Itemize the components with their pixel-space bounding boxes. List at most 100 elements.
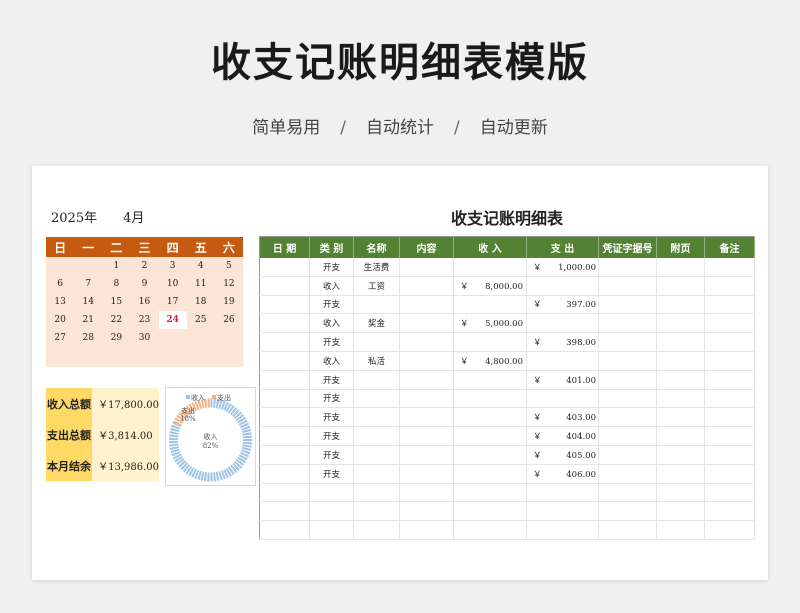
calendar-day[interactable]: 19 <box>214 293 243 311</box>
ledger-date-cell[interactable] <box>259 351 310 371</box>
ledger-income-cell[interactable] <box>453 426 527 446</box>
ledger-expense-cell[interactable] <box>526 501 599 522</box>
ledger-attachment-cell[interactable] <box>656 445 705 465</box>
ledger-expense-cell[interactable] <box>526 389 599 409</box>
ledger-content-cell[interactable] <box>399 258 454 277</box>
ledger-type-cell[interactable]: 开支 <box>309 445 354 465</box>
ledger-content-cell[interactable] <box>399 332 454 352</box>
ledger-attachment-cell[interactable] <box>656 426 705 446</box>
ledger-expense-cell[interactable] <box>526 276 599 296</box>
calendar-day[interactable]: 20 <box>46 311 75 329</box>
ledger-attachment-cell[interactable] <box>656 370 705 390</box>
ledger-attachment-cell[interactable] <box>656 483 705 503</box>
month-cell[interactable]: 4月 <box>123 211 144 226</box>
ledger-type-cell[interactable]: 开支 <box>309 464 354 484</box>
ledger-date-cell[interactable] <box>259 520 310 540</box>
ledger-name-cell[interactable] <box>353 501 400 522</box>
calendar-day-today[interactable]: 24 <box>158 311 187 329</box>
ledger-income-cell[interactable] <box>453 520 527 540</box>
ledger-income-cell[interactable]: ￥ 8,000.00 <box>453 276 527 296</box>
calendar-day[interactable]: 7 <box>74 275 103 293</box>
ledger-date-cell[interactable] <box>259 313 310 334</box>
ledger-expense-cell[interactable] <box>526 483 599 503</box>
ledger-date-cell[interactable] <box>259 370 310 390</box>
calendar-day[interactable]: 4 <box>186 257 215 275</box>
ledger-voucher-cell[interactable] <box>598 370 657 390</box>
calendar-day[interactable]: 15 <box>102 293 131 311</box>
ledger-remark-cell[interactable] <box>704 332 755 352</box>
calendar-day[interactable]: 14 <box>74 293 103 311</box>
ledger-voucher-cell[interactable] <box>598 276 657 296</box>
ledger-attachment-cell[interactable] <box>656 258 705 277</box>
ledger-voucher-cell[interactable] <box>598 389 657 409</box>
ledger-date-cell[interactable] <box>259 332 310 352</box>
calendar-day[interactable]: 8 <box>102 275 131 293</box>
ledger-expense-cell[interactable]: ￥ 397.00 <box>526 295 599 315</box>
ledger-expense-cell[interactable]: ￥ 406.00 <box>526 464 599 484</box>
ledger-type-cell[interactable]: 开支 <box>309 258 354 277</box>
ledger-attachment-cell[interactable] <box>656 276 705 296</box>
ledger-expense-cell[interactable] <box>526 351 599 371</box>
ledger-content-cell[interactable] <box>399 276 454 296</box>
ledger-type-cell[interactable]: 开支 <box>309 407 354 428</box>
ledger-content-cell[interactable] <box>399 426 454 446</box>
ledger-type-cell[interactable]: 开支 <box>309 426 354 446</box>
ledger-type-cell[interactable]: 开支 <box>309 389 354 409</box>
ledger-voucher-cell[interactable] <box>598 464 657 484</box>
ledger-remark-cell[interactable] <box>704 389 755 409</box>
balance-value[interactable]: ￥13,986.00 <box>92 450 159 481</box>
ledger-expense-cell[interactable]: ￥ 401.00 <box>526 370 599 390</box>
ledger-name-cell[interactable]: 奖金 <box>353 313 400 334</box>
ledger-name-cell[interactable]: 生活费 <box>353 258 400 277</box>
ledger-type-cell[interactable]: 收入 <box>309 351 354 371</box>
ledger-date-cell[interactable] <box>259 501 310 522</box>
ledger-date-cell[interactable] <box>259 464 310 484</box>
ledger-voucher-cell[interactable] <box>598 258 657 277</box>
ledger-type-cell[interactable]: 收入 <box>309 276 354 296</box>
expense-total-value[interactable]: ￥3,814.00 <box>92 419 159 450</box>
donut-chart[interactable]: 收入 支出 收入 82% 支出 18% <box>165 387 256 486</box>
ledger-content-cell[interactable] <box>399 407 454 428</box>
ledger-date-cell[interactable] <box>259 483 310 503</box>
ledger-attachment-cell[interactable] <box>656 407 705 428</box>
ledger-remark-cell[interactable] <box>704 501 755 522</box>
ledger-attachment-cell[interactable] <box>656 313 705 334</box>
ledger-voucher-cell[interactable] <box>598 426 657 446</box>
calendar-day[interactable]: 2 <box>130 257 159 275</box>
income-total-value[interactable]: ￥17,800.00 <box>92 388 159 419</box>
ledger-content-cell[interactable] <box>399 501 454 522</box>
ledger-name-cell[interactable] <box>353 389 400 409</box>
ledger-voucher-cell[interactable] <box>598 520 657 540</box>
ledger-expense-cell[interactable] <box>526 520 599 540</box>
ledger-income-cell[interactable] <box>453 483 527 503</box>
ledger-income-cell[interactable] <box>453 295 527 315</box>
ledger-voucher-cell[interactable] <box>598 313 657 334</box>
calendar-day[interactable]: 5 <box>214 257 243 275</box>
ledger-remark-cell[interactable] <box>704 520 755 540</box>
calendar-day[interactable]: 18 <box>186 293 215 311</box>
ledger-remark-cell[interactable] <box>704 276 755 296</box>
ledger-type-cell[interactable]: 开支 <box>309 295 354 315</box>
ledger-remark-cell[interactable] <box>704 407 755 428</box>
ledger-voucher-cell[interactable] <box>598 483 657 503</box>
ledger-attachment-cell[interactable] <box>656 464 705 484</box>
ledger-name-cell[interactable] <box>353 370 400 390</box>
calendar-day[interactable]: 28 <box>74 329 103 347</box>
ledger-remark-cell[interactable] <box>704 464 755 484</box>
year-cell[interactable]: 2025年 <box>51 211 97 226</box>
ledger-attachment-cell[interactable] <box>656 332 705 352</box>
ledger-remark-cell[interactable] <box>704 370 755 390</box>
ledger-name-cell[interactable] <box>353 332 400 352</box>
ledger-content-cell[interactable] <box>399 389 454 409</box>
ledger-name-cell[interactable] <box>353 520 400 540</box>
ledger-name-cell[interactable] <box>353 464 400 484</box>
ledger-income-cell[interactable] <box>453 389 527 409</box>
calendar-day[interactable]: 11 <box>186 275 215 293</box>
ledger-income-cell[interactable] <box>453 464 527 484</box>
ledger-voucher-cell[interactable] <box>598 332 657 352</box>
ledger-attachment-cell[interactable] <box>656 501 705 522</box>
ledger-attachment-cell[interactable] <box>656 351 705 371</box>
ledger-voucher-cell[interactable] <box>598 407 657 428</box>
ledger-content-cell[interactable] <box>399 295 454 315</box>
ledger-name-cell[interactable] <box>353 295 400 315</box>
